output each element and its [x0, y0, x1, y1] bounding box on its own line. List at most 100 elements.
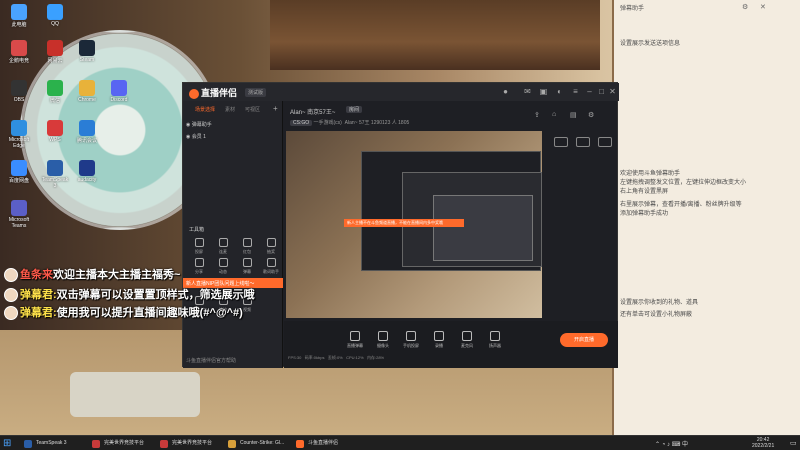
- control-icon: [406, 331, 416, 341]
- tool-button[interactable]: 弹幕: [237, 258, 257, 275]
- gear-icon[interactable]: ⚙: [588, 111, 594, 119]
- taskbar-app-icon: [160, 440, 168, 448]
- app-icon: [11, 80, 27, 96]
- share-icon[interactable]: ⇪: [534, 111, 540, 119]
- tab-material[interactable]: 素材: [225, 106, 235, 113]
- tray-icons[interactable]: ⌃ ◔ ♪ ⌨ 中: [655, 439, 688, 448]
- desktop-icon[interactable]: 腾讯会议: [72, 120, 102, 144]
- close-icon[interactable]: ✕: [760, 3, 766, 11]
- desktop-icon[interactable]: QQ: [40, 4, 70, 27]
- room-tag[interactable]: 房间: [346, 106, 363, 113]
- status-cpu: CPU:12%: [346, 355, 364, 360]
- danmaku-text: 双击弹幕可以设置置顶样式，筛选展示哦: [56, 289, 255, 301]
- desktop-icon[interactable]: audacity: [72, 160, 102, 183]
- tool-button[interactable]: 抽奖: [261, 238, 281, 255]
- menu-icon[interactable]: ≡: [571, 87, 580, 96]
- tool-button[interactable]: 投屏: [189, 238, 209, 255]
- clock-date: 2022/2/21: [752, 443, 775, 449]
- gift-icon[interactable]: ▣: [539, 87, 548, 96]
- taskbar-item[interactable]: Counter-Strike: Gl...: [228, 438, 294, 449]
- tab-scene[interactable]: 场景选择: [195, 106, 215, 113]
- source-item[interactable]: ◉ 弹幕助手: [186, 121, 212, 128]
- main-area: Alan~ 南京57王~ 房间 CS:GO 一手游戏(cs) Alan~ 57王…: [284, 101, 618, 368]
- control-button[interactable]: 录播: [428, 331, 450, 349]
- control-label: 录播: [435, 343, 443, 348]
- control-icon: [378, 331, 388, 341]
- desktop-icon[interactable]: Microsoft Teams: [4, 200, 34, 229]
- tool-icon: [242, 238, 252, 247]
- message-icon[interactable]: ✉: [523, 87, 532, 96]
- desktop-icon[interactable]: 网易云: [40, 40, 70, 64]
- desktop-icon[interactable]: Microsoft Edge: [4, 120, 34, 149]
- skin-icon[interactable]: ◐: [555, 87, 564, 96]
- maximize-icon[interactable]: □: [597, 87, 606, 96]
- tool-button[interactable]: 红包: [237, 238, 257, 255]
- close-icon[interactable]: ✕: [608, 87, 617, 96]
- control-icon: [490, 331, 500, 341]
- status-bar: FPS:30 码率:0kbps 丢帧:0% CPU:12% 内存:28%: [288, 355, 384, 361]
- control-label: 摄像头: [377, 343, 389, 348]
- desktop-icon[interactable]: WPS: [40, 120, 70, 143]
- danmaku-text: 欢迎主播本大主播主福秀~: [53, 269, 181, 281]
- control-button[interactable]: 手机投屏: [400, 331, 422, 349]
- tool-label: 动态: [219, 269, 227, 274]
- add-source-icon[interactable]: +: [273, 104, 278, 113]
- tool-button[interactable]: 动态: [213, 258, 233, 275]
- taskbar-item[interactable]: TeamSpeak 3: [24, 438, 90, 449]
- taskbar-item[interactable]: 完美世界竞技平台: [160, 438, 226, 449]
- layout-icon[interactable]: [576, 137, 590, 147]
- preview-nested-window: [361, 151, 542, 271]
- preview-side-tools: [546, 131, 618, 318]
- layout-icon[interactable]: [554, 137, 568, 147]
- app-icon: [79, 160, 95, 176]
- desktop-icon-label: 微信: [49, 98, 60, 104]
- control-button[interactable]: 麦克风: [456, 331, 478, 349]
- desktop-icon-label: TeamSpeak 3: [41, 177, 69, 189]
- avatar: [4, 306, 18, 321]
- control-label: 手机投屏: [403, 343, 419, 348]
- title-bar[interactable]: 直播伴侣 测试版 ● ✉ ▣ ◐ ≡ – □ ✕: [183, 83, 619, 101]
- start-live-button[interactable]: 开启直播: [560, 333, 608, 347]
- panel-line: 设置展示你收到的礼物、道具: [620, 300, 699, 306]
- source-item[interactable]: ◉ 会员 1: [186, 133, 206, 140]
- chart-icon[interactable]: ▤: [570, 111, 577, 119]
- desktop-icon[interactable]: 百度网盘: [4, 160, 34, 184]
- room-title[interactable]: Alan~ 南京57王~: [290, 107, 335, 116]
- desktop-icon[interactable]: Steam: [72, 40, 102, 63]
- tool-button[interactable]: 连麦: [213, 238, 233, 255]
- desktop-icon[interactable]: OBS: [4, 80, 34, 103]
- taskbar-item[interactable]: 斗鱼直播伴侣: [296, 438, 362, 449]
- taskbar-item[interactable]: 完美世界竞技平台: [92, 438, 158, 449]
- tool-button[interactable]: 分享: [189, 258, 209, 275]
- danmaku-message: 弹幕君:双击弹幕可以设置置顶样式，筛选展示哦: [4, 286, 255, 303]
- tab-visible[interactable]: 可视区: [245, 106, 260, 113]
- tool-icon: [266, 258, 276, 267]
- desktop-icon[interactable]: Discord: [104, 80, 134, 103]
- avatar-icon[interactable]: ●: [501, 87, 510, 96]
- app-icon: [11, 40, 27, 56]
- control-button[interactable]: 摄像头: [372, 331, 394, 349]
- clock[interactable]: 20:42 2022/2/21: [752, 437, 774, 449]
- layout-icon[interactable]: [598, 137, 612, 147]
- control-button[interactable]: 直播弹幕: [344, 331, 366, 349]
- streaming-companion-window[interactable]: 直播伴侣 测试版 ● ✉ ▣ ◐ ≡ – □ ✕ 场景选择 素材 可视区 + ◉…: [182, 82, 619, 368]
- app-icon: [79, 120, 95, 136]
- tool-button[interactable]: 歌词助手: [261, 258, 281, 275]
- control-icon: [350, 331, 360, 341]
- home-icon[interactable]: ⌂: [552, 111, 556, 118]
- control-button[interactable]: 扬声器: [484, 331, 506, 349]
- desktop-icon[interactable]: 此电脑: [4, 4, 34, 28]
- desktop-icon[interactable]: Chrome: [72, 80, 102, 103]
- settings-icon[interactable]: ⚙: [742, 3, 748, 11]
- help-link[interactable]: 斗鱼直播伴侣官方帮助: [186, 357, 236, 364]
- windows-start-icon[interactable]: ⊞: [3, 438, 14, 449]
- desktop-icon-label: 网易云: [47, 58, 63, 64]
- desktop-icon[interactable]: 微信: [40, 80, 70, 104]
- notification-icon[interactable]: ▭: [790, 439, 797, 447]
- stream-preview[interactable]: 新人主播不在斗鱼频道直播，不能在直播间内多中奖哦: [286, 131, 542, 318]
- category-badge[interactable]: CS:GO: [290, 120, 313, 126]
- desktop-icon[interactable]: TeamSpeak 3: [40, 160, 70, 189]
- desktop-icon-label: 企鹅电竞: [8, 58, 29, 64]
- desktop-icon[interactable]: 企鹅电竞: [4, 40, 34, 64]
- minimize-icon[interactable]: –: [585, 87, 594, 96]
